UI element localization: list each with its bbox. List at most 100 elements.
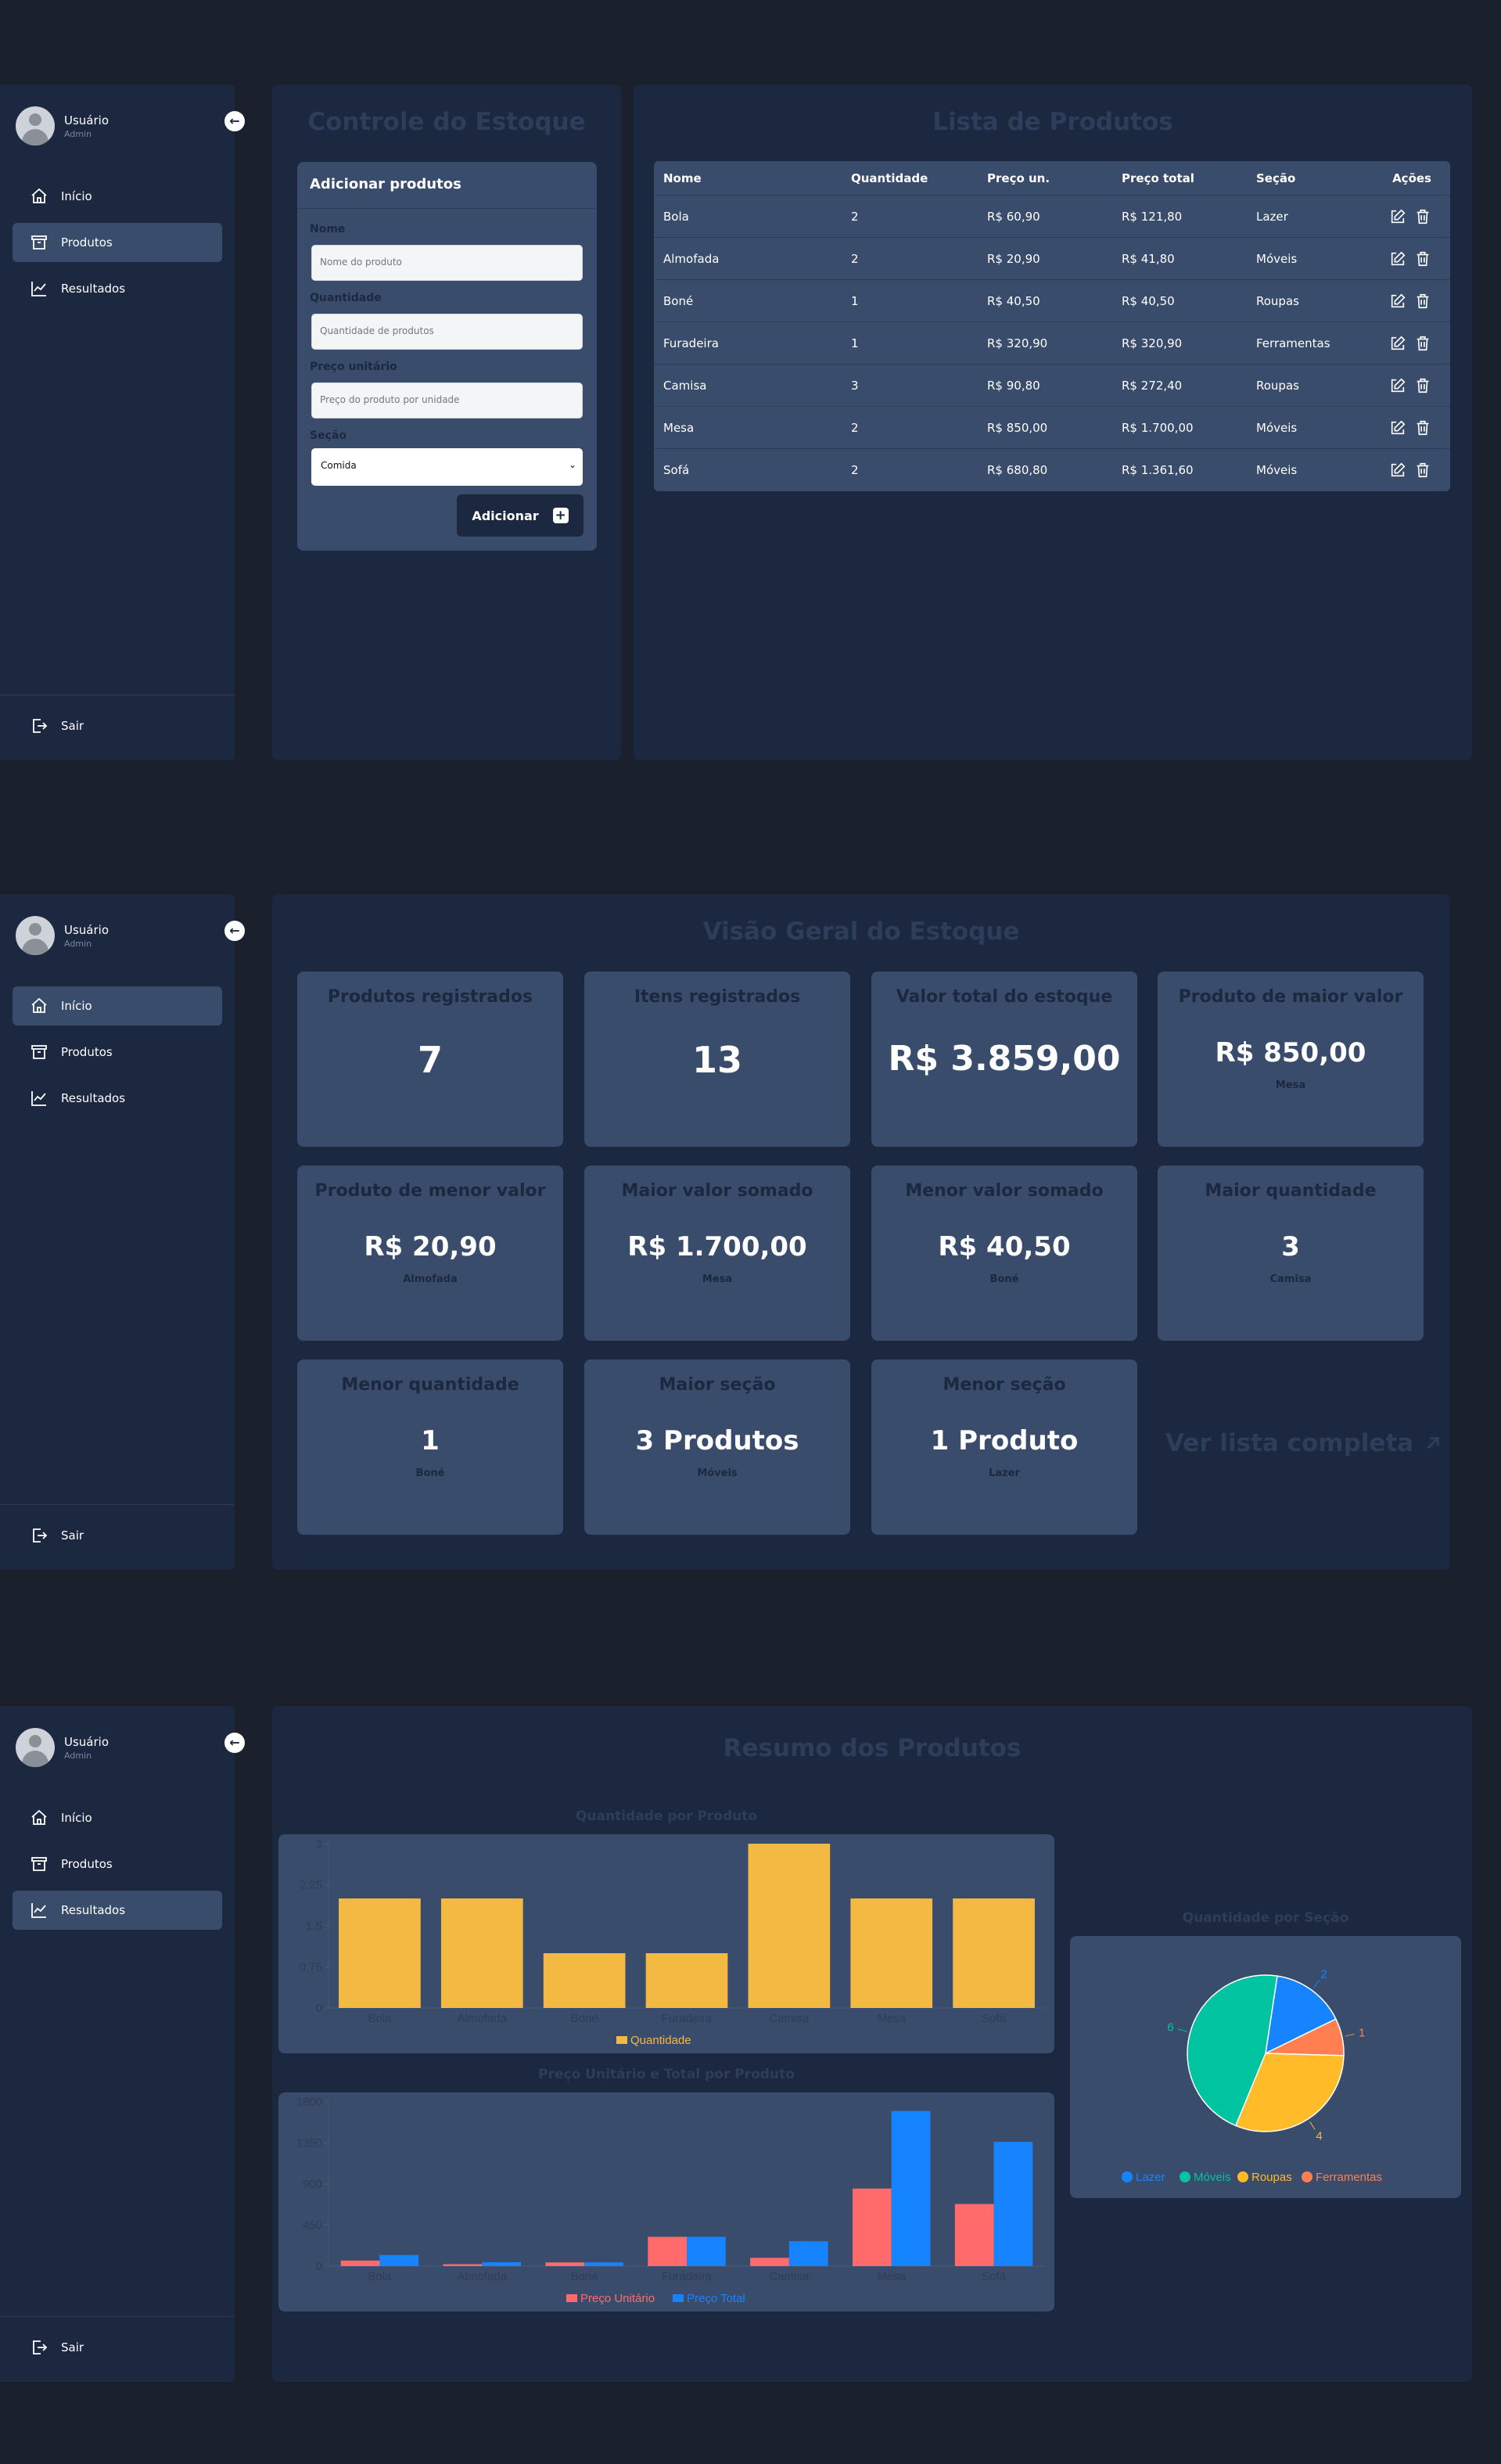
- product-name-input[interactable]: Nome do produto: [311, 245, 583, 281]
- cell-name: Furadeira: [663, 336, 719, 350]
- nav-item-results[interactable]: Resultados: [13, 1079, 222, 1118]
- nav-menu: Início Produtos Resultados: [13, 177, 222, 315]
- table-row: Mesa 2 R$ 850,00 R$ 1.700,00 Móveis: [654, 407, 1450, 449]
- name-label: Nome: [310, 223, 346, 235]
- archive-icon: [31, 235, 47, 250]
- stat-title: Valor total do estoque: [896, 987, 1113, 1007]
- nav-item-home[interactable]: Início: [13, 177, 222, 216]
- line-chart-icon: [31, 1091, 46, 1106]
- logout-button[interactable]: Sair: [30, 2338, 84, 2357]
- y-tick-label: 0: [316, 2260, 322, 2273]
- y-tick-label: 0: [316, 2002, 322, 2015]
- trash-icon[interactable]: [1414, 377, 1431, 394]
- logout-button[interactable]: Sair: [30, 1526, 84, 1545]
- cell-total-price: R$ 1.700,00: [1122, 420, 1194, 435]
- y-tick-label: 450: [303, 2219, 322, 2232]
- user-role: Admin: [64, 938, 92, 949]
- sidebar-home-page: Usuário Admin ← Início Produtos Resultad…: [0, 894, 245, 1570]
- bar-bola: [379, 2254, 419, 2266]
- trash-icon[interactable]: [1414, 462, 1431, 479]
- stat-title: Maior quantidade: [1205, 1181, 1377, 1201]
- nav-item-home[interactable]: Início: [13, 1798, 222, 1837]
- table-row: Sofá 2 R$ 680,80 R$ 1.361,60 Móveis: [654, 449, 1450, 491]
- cell-total-price: R$ 320,90: [1122, 336, 1183, 350]
- chart-price-title: Preço Unitário e Total por Produto: [538, 2067, 795, 2082]
- nav-menu: Início Produtos Resultados: [13, 986, 222, 1125]
- y-tick-label: 1800: [296, 2096, 322, 2109]
- legend-label: Preço Total: [687, 2292, 745, 2305]
- logout-button[interactable]: Sair: [30, 717, 84, 735]
- cell-section: Ferramentas: [1256, 336, 1330, 350]
- sidebar-results-page: Usuário Admin ← Início Produtos Resultad…: [0, 1706, 245, 2382]
- quantity-label: Quantidade: [310, 292, 382, 304]
- nav-item-results[interactable]: Resultados: [13, 1891, 222, 1930]
- arrow-up-right-icon: [1427, 1437, 1440, 1449]
- add-product-button[interactable]: Adicionar +: [457, 494, 584, 537]
- section-label: Seção: [310, 429, 347, 442]
- nav-item-label: Resultados: [61, 1091, 126, 1105]
- stat-subtitle: Almofada: [403, 1273, 458, 1285]
- trash-icon[interactable]: [1414, 335, 1431, 352]
- cell-quantity: 1: [851, 293, 859, 308]
- bar-sofá: [954, 2204, 994, 2266]
- cell-total-price: R$ 272,40: [1122, 378, 1183, 393]
- edit-icon[interactable]: [1389, 335, 1406, 352]
- edit-icon[interactable]: [1389, 462, 1406, 479]
- stat-subtitle: Boné: [989, 1273, 1019, 1285]
- nav-item-products[interactable]: Produtos: [13, 1033, 222, 1072]
- see-full-list-link[interactable]: Ver lista completa: [1165, 1429, 1445, 1457]
- stat-title: Itens registrados: [634, 987, 801, 1007]
- stat-card: Menor quantidade 1 Boné: [297, 1360, 563, 1535]
- bar-furadeira: [687, 2236, 726, 2266]
- trash-icon[interactable]: [1414, 419, 1431, 436]
- chart-price-svg: 0 450 900 1350 1800 Bola Almofada Boné Furadeira…: [296, 2096, 1045, 2305]
- pie-label-line: [1313, 1980, 1320, 1988]
- section-select[interactable]: Comida ⌄: [311, 448, 583, 486]
- trash-icon[interactable]: [1414, 208, 1431, 225]
- collapse-sidebar-button[interactable]: ←: [224, 921, 245, 941]
- collapse-sidebar-button[interactable]: ←: [224, 1733, 245, 1753]
- chart-price: 0 450 900 1350 1800 Bola Almofada Boné Furadeira…: [278, 2092, 1054, 2311]
- unit-price-input[interactable]: Preço do produto por unidade: [311, 383, 583, 418]
- collapse-sidebar-button[interactable]: ←: [224, 111, 245, 131]
- nav-item-results[interactable]: Resultados: [13, 269, 222, 308]
- plus-icon: +: [552, 508, 569, 523]
- x-tick-label: Sofá: [982, 2270, 1007, 2283]
- cell-section: Móveis: [1256, 420, 1298, 435]
- stock-control-title: Controle do Estoque: [307, 108, 586, 136]
- edit-icon[interactable]: [1389, 377, 1406, 394]
- stat-card: Produtos registrados 7: [297, 972, 563, 1147]
- edit-icon[interactable]: [1389, 250, 1406, 268]
- quantity-input[interactable]: Quantidade de produtos: [311, 314, 583, 350]
- bar-boné: [543, 1953, 626, 2008]
- stat-title: Produto de menor valor: [314, 1181, 546, 1201]
- x-tick-label: Bola: [368, 2012, 392, 2025]
- stat-card: Menor valor somado R$ 40,50 Boné: [871, 1166, 1137, 1341]
- stat-title: Menor quantidade: [341, 1375, 519, 1395]
- edit-icon[interactable]: [1389, 419, 1406, 436]
- cell-unit-price: R$ 680,80: [987, 463, 1048, 477]
- row-actions: [1380, 250, 1450, 268]
- bar-furadeira: [648, 2236, 687, 2266]
- cell-total-price: R$ 40,50: [1122, 293, 1175, 308]
- edit-icon[interactable]: [1389, 208, 1406, 225]
- trash-icon[interactable]: [1414, 250, 1431, 268]
- nav-item-products[interactable]: Produtos: [13, 223, 222, 262]
- user-name: Usuário: [64, 113, 110, 128]
- line-chart-icon: [31, 282, 46, 296]
- logout-icon: [33, 1528, 48, 1543]
- nav-item-products[interactable]: Produtos: [13, 1844, 222, 1884]
- stat-subtitle: Lazer: [989, 1467, 1020, 1479]
- legend-label: Lazer: [1136, 2171, 1165, 2184]
- stat-title: Maior seção: [659, 1375, 776, 1395]
- legend-swatch: [566, 2294, 577, 2302]
- edit-icon[interactable]: [1389, 293, 1406, 310]
- trash-icon[interactable]: [1414, 293, 1431, 310]
- bar-boné: [584, 2262, 623, 2266]
- bar-almofada: [440, 1898, 523, 2008]
- nav-item-home[interactable]: Início: [13, 986, 222, 1025]
- bar-mesa: [891, 2110, 931, 2266]
- avatar: [16, 916, 55, 955]
- sidebar-divider: [0, 2316, 235, 2317]
- row-actions: [1380, 462, 1450, 479]
